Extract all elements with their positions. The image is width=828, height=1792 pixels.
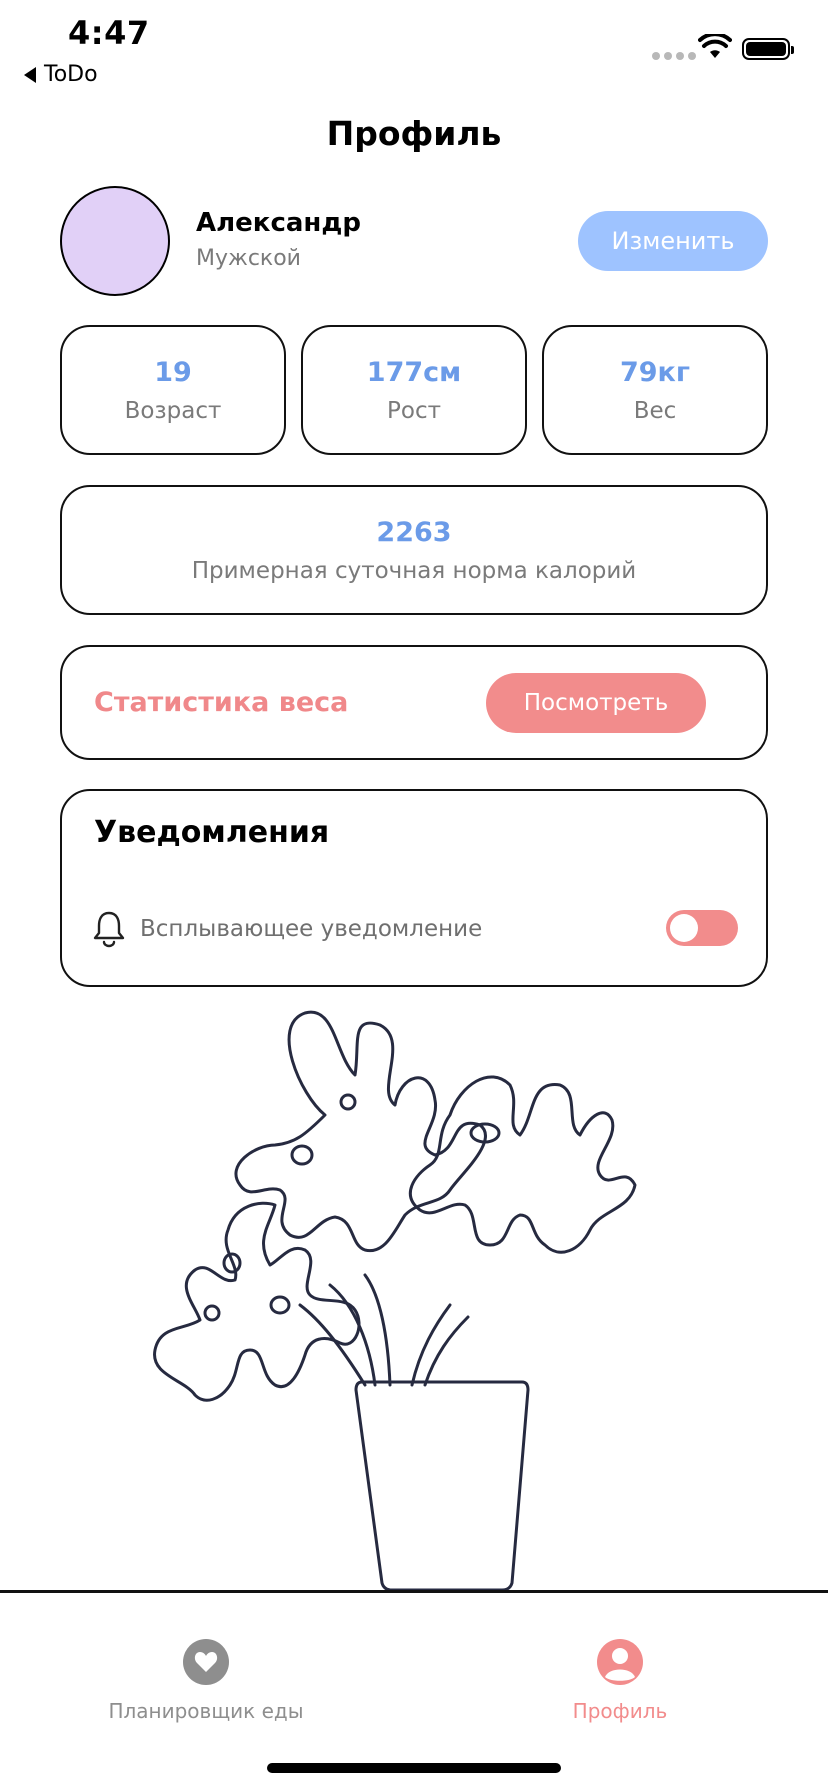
heart-icon: [183, 1639, 229, 1685]
age-label: Возраст: [124, 397, 222, 424]
notifications-card: Уведомления Всплывающее уведомление: [60, 789, 768, 987]
back-to-app-link[interactable]: ToDo: [24, 62, 98, 87]
height-value: 177см: [366, 356, 462, 388]
popup-notification-label: Всплывающее уведомление: [140, 916, 483, 942]
status-time: 4:47: [68, 14, 150, 52]
calorie-label: Примерная суточная норма калорий: [191, 557, 637, 584]
toggle-knob: [670, 914, 698, 942]
user-gender: Мужской: [196, 246, 301, 271]
bell-icon: [93, 911, 125, 948]
home-indicator: [267, 1763, 561, 1773]
monstera-plant-illustration: [153, 1010, 637, 1592]
battery-icon: [742, 38, 794, 60]
wifi-icon: [698, 34, 732, 58]
weight-stats-label: Статистика веса: [94, 687, 349, 718]
tab-profile[interactable]: Профиль: [470, 1639, 770, 1723]
person-icon: [597, 1639, 643, 1685]
calorie-value: 2263: [376, 516, 452, 548]
weight-card: 79кг Вес: [542, 325, 768, 455]
tab-bar: Планировщик еды Профиль: [0, 1590, 828, 1792]
weight-value: 79кг: [619, 356, 690, 388]
edit-profile-button[interactable]: Изменить: [578, 211, 768, 271]
age-value: 19: [154, 356, 192, 388]
tab-profile-label: Профиль: [572, 1699, 668, 1723]
height-label: Рост: [387, 397, 441, 424]
view-weight-stats-button[interactable]: Посмотреть: [486, 673, 706, 733]
user-name: Александр: [196, 208, 361, 238]
tab-meal-planner-label: Планировщик еды: [108, 1699, 304, 1723]
avatar: [60, 186, 170, 296]
back-app-label: ToDo: [44, 62, 98, 87]
calorie-card: 2263 Примерная суточная норма калорий: [60, 485, 768, 615]
weight-stats-card: Статистика веса Посмотреть: [60, 645, 768, 760]
cellular-signal-icon: [652, 52, 696, 60]
tab-meal-planner[interactable]: Планировщик еды: [56, 1639, 356, 1723]
popup-notification-toggle[interactable]: [666, 910, 738, 946]
height-card: 177см Рост: [301, 325, 527, 455]
weight-label: Вес: [633, 397, 677, 424]
notifications-heading: Уведомления: [94, 815, 330, 850]
age-card: 19 Возраст: [60, 325, 286, 455]
page-title: Профиль: [326, 114, 502, 153]
back-arrow-icon: [24, 66, 36, 83]
